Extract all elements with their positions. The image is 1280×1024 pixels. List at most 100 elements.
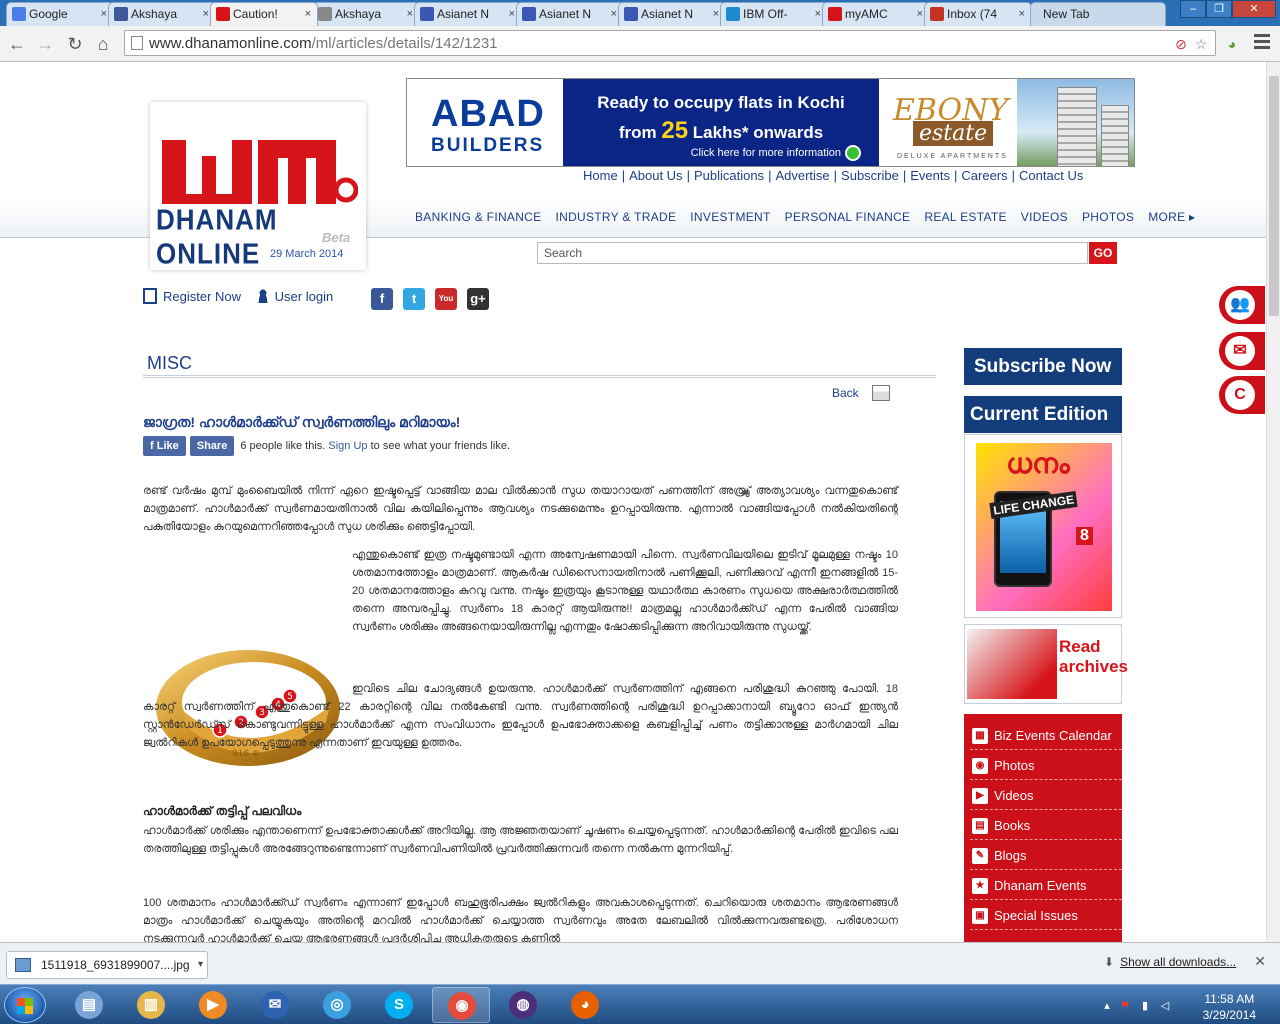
ad-banner[interactable]: ABAD BUILDERS Ready to occupy flats in K… — [406, 78, 1135, 167]
close-tab-icon[interactable]: × — [305, 3, 311, 25]
browser-tab[interactable]: Asianet N × — [516, 2, 624, 26]
clock[interactable]: 11:58 AM 3/29/2014 — [1203, 991, 1256, 1023]
float-share-button[interactable]: C — [1219, 376, 1265, 414]
sidebar-link[interactable]: ◉ Photos — [970, 752, 1122, 780]
main-nav-item[interactable]: PHOTOS — [1082, 210, 1134, 224]
sidebar-link[interactable]: ★ Dhanam Events — [970, 872, 1122, 900]
fb-signup-link[interactable]: Sign Up — [328, 440, 367, 452]
top-link[interactable]: Contact Us — [1019, 168, 1083, 183]
top-link[interactable]: Events — [910, 168, 950, 183]
reload-icon[interactable]: ↻ — [64, 33, 86, 55]
sidebar-link[interactable]: ▤ Books — [970, 812, 1122, 840]
browser-tab[interactable]: Google × — [6, 2, 114, 26]
close-tab-icon[interactable]: × — [407, 3, 413, 25]
close-tab-icon[interactable]: × — [917, 3, 923, 25]
top-link[interactable]: Subscribe — [841, 168, 899, 183]
minimize-button[interactable]: – — [1180, 0, 1206, 18]
close-tab-icon[interactable]: × — [509, 3, 515, 25]
main-nav-item[interactable]: VIDEOS — [1021, 210, 1068, 224]
start-button[interactable] — [4, 987, 46, 1023]
sidebar-link[interactable]: ▣ Special Issues — [970, 902, 1122, 930]
search-input[interactable]: Search — [537, 242, 1088, 264]
taskbar-app-media-player[interactable]: ▶ — [184, 987, 242, 1023]
browser-tab[interactable]: Caution! × — [210, 2, 318, 26]
float-community-button[interactable]: 👥 — [1219, 286, 1265, 324]
address-bar[interactable]: www.dhanamonline.com/ml/articles/details… — [124, 30, 1216, 56]
read-archives[interactable]: Read archives — [964, 624, 1128, 704]
top-link[interactable]: About Us — [629, 168, 682, 183]
browser-tab[interactable]: Inbox (74 × — [924, 2, 1032, 26]
taskbar-app-windows-explorer[interactable]: ▤ — [60, 987, 118, 1023]
fb-share-button[interactable]: Share — [189, 436, 235, 456]
twitter-icon[interactable]: t — [403, 288, 425, 310]
main-nav-item[interactable]: MORE ▸ — [1148, 210, 1195, 224]
main-nav-item[interactable]: INDUSTRY & TRADE — [555, 210, 676, 224]
top-link[interactable]: Publications — [694, 168, 764, 183]
close-shelf-icon[interactable]: ✕ — [1254, 953, 1266, 970]
search-go-button[interactable]: GO — [1089, 242, 1117, 264]
banner-cta-dot-icon[interactable] — [845, 145, 861, 161]
google-plus-icon[interactable]: g+ — [467, 288, 489, 310]
chevron-down-icon[interactable]: ▾ — [198, 952, 203, 978]
main-nav-item[interactable]: PERSONAL FINANCE — [785, 210, 911, 224]
taskbar-app-libraries[interactable]: ▥ — [122, 987, 180, 1023]
youtube-icon[interactable]: You — [435, 288, 457, 310]
new-tab[interactable]: New Tab — [1030, 2, 1166, 26]
banner-cta[interactable]: Click here for more information — [691, 147, 841, 159]
back-arrow-icon[interactable]: ← — [6, 33, 28, 55]
scrollbar-thumb[interactable] — [1269, 76, 1279, 316]
close-tab-icon[interactable]: × — [101, 3, 107, 25]
close-tab-icon[interactable]: × — [203, 3, 209, 25]
blocked-popup-icon[interactable]: ⊘ — [1173, 36, 1189, 52]
close-tab-icon[interactable]: × — [1019, 3, 1025, 25]
home-icon[interactable]: ⌂ — [92, 33, 114, 55]
back-link[interactable]: Back — [832, 386, 859, 400]
user-login-link[interactable]: User login — [275, 289, 334, 304]
network-icon[interactable]: ▮ — [1138, 999, 1152, 1013]
top-link[interactable]: Advertise — [775, 168, 829, 183]
download-item[interactable]: 1511918_6931899007....jpg ▾ — [6, 951, 208, 979]
maximize-button[interactable]: ❐ — [1206, 0, 1232, 18]
facebook-icon[interactable]: f — [371, 288, 393, 310]
bookmark-star-icon[interactable]: ☆ — [1193, 36, 1209, 52]
close-tab-icon[interactable]: × — [815, 3, 821, 25]
taskbar-app-safari[interactable]: ◎ — [308, 987, 366, 1023]
site-logo[interactable]: DHANAM ONLINE Beta 29 March 2014 — [150, 102, 366, 270]
taskbar-app-thunderbird[interactable]: ✉ — [246, 987, 304, 1023]
float-newsletter-button[interactable]: ✉ — [1219, 332, 1265, 370]
show-all-downloads-link[interactable]: ⬇ Show all downloads... — [1104, 955, 1236, 969]
sidebar-link[interactable]: ✎ Blogs — [970, 842, 1122, 870]
taskbar-app-firefox[interactable]: ◕ — [556, 987, 614, 1023]
browser-tab[interactable]: Akshaya × — [108, 2, 216, 26]
browser-tab[interactable]: Asianet N × — [414, 2, 522, 26]
main-nav-item[interactable]: INVESTMENT — [690, 210, 770, 224]
fb-like-button[interactable]: f Like — [143, 436, 186, 456]
browser-tab[interactable]: IBM Off- × — [720, 2, 828, 26]
browser-tab[interactable]: myAMC × — [822, 2, 930, 26]
top-link[interactable]: Careers — [961, 168, 1007, 183]
action-center-icon[interactable]: ⚑ — [1118, 999, 1132, 1013]
taskbar-app-eclipse[interactable]: ◍ — [494, 987, 552, 1023]
volume-icon[interactable]: ◁ — [1158, 999, 1172, 1013]
extension-icon[interactable]: ◕ — [1224, 36, 1240, 52]
close-window-button[interactable]: ✕ — [1232, 0, 1276, 18]
close-tab-icon[interactable]: × — [611, 3, 617, 25]
top-link[interactable]: Home — [583, 168, 618, 183]
main-nav-item[interactable]: BANKING & FINANCE — [415, 210, 541, 224]
browser-tab[interactable]: Asianet N × — [618, 2, 726, 26]
page-scrollbar[interactable] — [1266, 62, 1280, 942]
close-tab-icon[interactable]: × — [713, 3, 719, 25]
current-edition-cover[interactable]: ധനം LIFE CHANGE 8 — [964, 434, 1122, 618]
menu-icon[interactable] — [1254, 34, 1270, 50]
subscribe-now-button[interactable]: Subscribe Now › — [964, 348, 1122, 414]
forward-arrow-icon[interactable]: → — [34, 33, 56, 55]
sidebar-link[interactable]: ▦ Biz Events Calendar — [970, 722, 1122, 750]
sidebar-link[interactable]: ▶ Videos — [970, 782, 1122, 810]
browser-tab[interactable]: Akshaya × — [312, 2, 420, 26]
taskbar-app-chrome[interactable]: ◉ — [432, 987, 490, 1023]
taskbar-app-skype[interactable]: S — [370, 987, 428, 1023]
print-icon[interactable] — [872, 385, 890, 401]
main-nav-item[interactable]: REAL ESTATE — [924, 210, 1006, 224]
register-now-link[interactable]: Register Now — [163, 289, 241, 304]
tray-chevron-icon[interactable]: ▴ — [1100, 999, 1114, 1013]
